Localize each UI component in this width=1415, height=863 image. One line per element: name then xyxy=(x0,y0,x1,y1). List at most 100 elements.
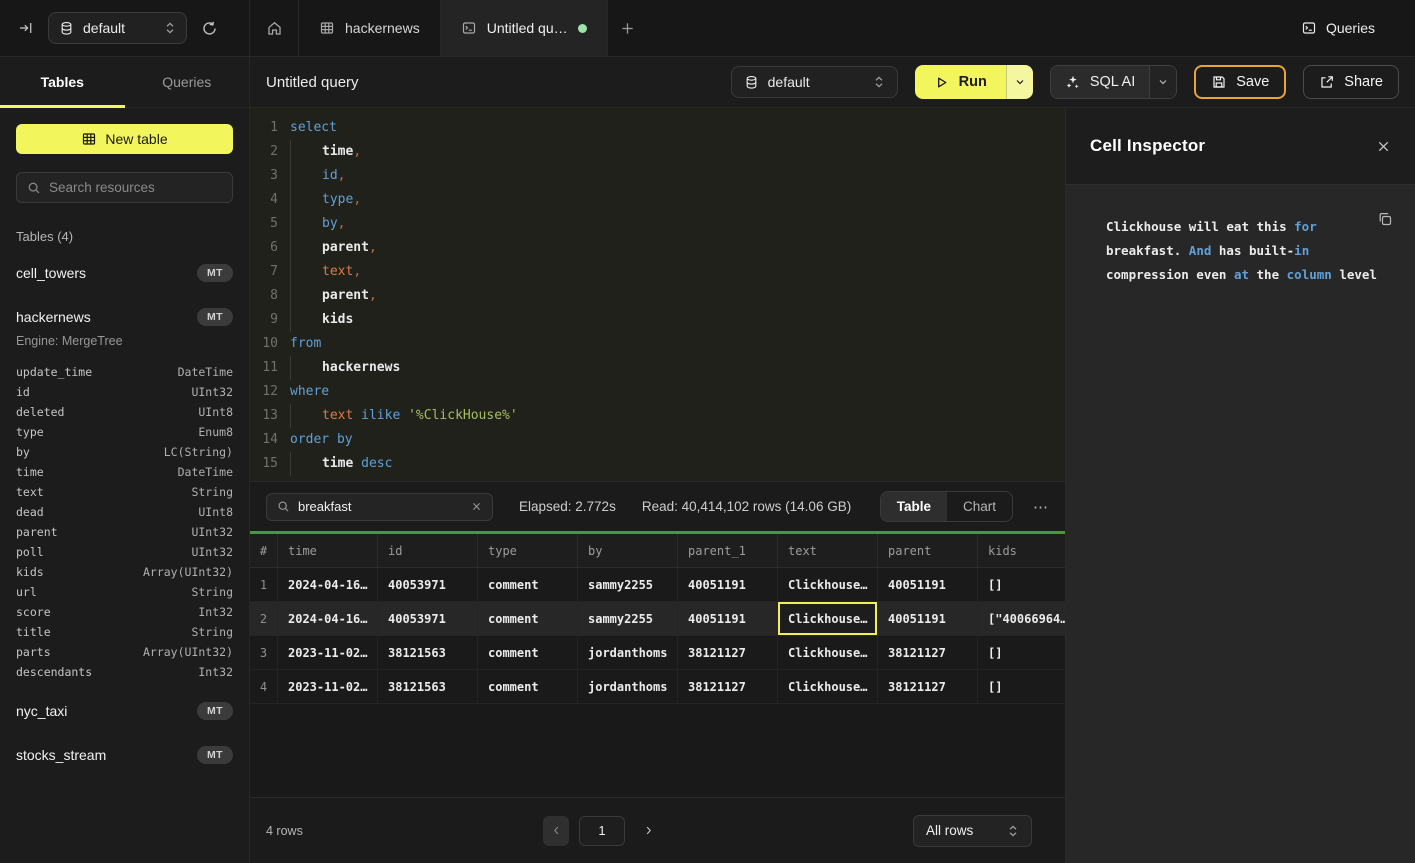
table-cell[interactable]: Clickhouse… xyxy=(778,602,878,635)
new-tab-button[interactable] xyxy=(608,0,648,56)
table-cell[interactable]: Clickhouse… xyxy=(778,636,878,669)
column-type: Array(UInt32) xyxy=(143,562,233,582)
column-header[interactable]: parent_1 xyxy=(678,534,778,567)
run-options-button[interactable] xyxy=(1006,65,1033,99)
table-cell[interactable]: comment xyxy=(478,602,578,635)
clear-search-icon[interactable] xyxy=(471,501,482,512)
column-row: partsArray(UInt32) xyxy=(16,642,233,662)
close-icon[interactable] xyxy=(1376,139,1391,154)
results-search[interactable] xyxy=(266,493,493,521)
table-cell[interactable]: Clickhouse… xyxy=(778,670,878,703)
table-cell[interactable]: [] xyxy=(978,636,1065,669)
column-header[interactable]: parent xyxy=(878,534,978,567)
previous-page-button[interactable] xyxy=(543,816,569,846)
queries-button[interactable]: Queries xyxy=(1301,0,1415,56)
console-icon xyxy=(1301,20,1317,36)
table-body: 12024-04-16…40053971commentsammy22554005… xyxy=(250,568,1065,704)
view-toggle: Table Chart xyxy=(880,491,1013,522)
table-cell[interactable]: 40053971 xyxy=(378,568,478,601)
sidebar-table-item[interactable]: nyc_taxiMT xyxy=(16,696,233,726)
table-icon xyxy=(81,131,97,147)
query-database-value: default xyxy=(768,74,810,90)
table-cell[interactable]: 38121563 xyxy=(378,670,478,703)
results-search-input[interactable] xyxy=(298,499,463,514)
table-cell[interactable]: 40051191 xyxy=(878,568,978,601)
tab-home[interactable] xyxy=(250,0,299,56)
column-header[interactable]: by xyxy=(578,534,678,567)
sidebar-table-item[interactable]: stocks_streamMT xyxy=(16,740,233,770)
column-header[interactable]: id xyxy=(378,534,478,567)
column-header[interactable]: time xyxy=(278,534,378,567)
table-cell[interactable]: 40051191 xyxy=(678,568,778,601)
table-cell[interactable]: comment xyxy=(478,568,578,601)
resource-search[interactable] xyxy=(16,172,233,203)
share-button[interactable]: Share xyxy=(1303,65,1399,99)
home-icon xyxy=(266,20,283,37)
read-stat: Read: 40,414,102 rows (14.06 GB) xyxy=(642,499,851,514)
code-text: hackernews xyxy=(290,356,400,380)
table-cell[interactable]: comment xyxy=(478,636,578,669)
page-number-input[interactable] xyxy=(579,816,625,846)
collapse-sidebar-icon[interactable] xyxy=(18,20,34,36)
line-number: 6 xyxy=(250,236,278,260)
table-cell[interactable]: sammy2255 xyxy=(578,602,678,635)
table-cell[interactable]: 2023-11-02… xyxy=(278,636,378,669)
tab-hackernews[interactable]: hackernews xyxy=(299,0,441,56)
run-button[interactable]: Run xyxy=(915,65,1006,99)
sql-editor[interactable]: 1select2time,3id,4type,5by,6parent,7text… xyxy=(250,108,1065,481)
view-tab-chart[interactable]: Chart xyxy=(947,492,1012,521)
column-row: pollUInt32 xyxy=(16,542,233,562)
table-cell[interactable]: Clickhouse… xyxy=(778,568,878,601)
refresh-icon[interactable] xyxy=(201,20,218,37)
table-cell[interactable]: 40051191 xyxy=(678,602,778,635)
table-cell[interactable]: 38121127 xyxy=(678,636,778,669)
table-cell[interactable]: [] xyxy=(978,568,1065,601)
sidebar-tab-tables[interactable]: Tables xyxy=(0,57,125,107)
table-cell[interactable]: 38121563 xyxy=(378,636,478,669)
page-size-selector[interactable]: All rows xyxy=(913,815,1032,847)
query-database-selector[interactable]: default xyxy=(731,66,898,98)
sidebar-table-item[interactable]: hackernewsMT xyxy=(16,302,233,332)
table-cell[interactable]: 2023-11-02… xyxy=(278,670,378,703)
next-page-button[interactable] xyxy=(643,825,654,836)
table-row: 22024-04-16…40053971commentsammy22554005… xyxy=(250,602,1065,636)
column-row: urlString xyxy=(16,582,233,602)
column-name: by xyxy=(16,442,30,462)
sidebar-tab-queries[interactable]: Queries xyxy=(125,57,250,107)
table-cell[interactable]: 38121127 xyxy=(878,636,978,669)
results-toolbar: Elapsed: 2.772s Read: 40,414,102 rows (1… xyxy=(250,481,1065,531)
new-table-button[interactable]: New table xyxy=(16,124,233,154)
table-cell[interactable]: sammy2255 xyxy=(578,568,678,601)
table-cell[interactable]: jordanthoms xyxy=(578,636,678,669)
table-cell[interactable]: jordanthoms xyxy=(578,670,678,703)
column-header[interactable]: text xyxy=(778,534,878,567)
code-text: text, xyxy=(290,260,361,284)
sql-ai-options-button[interactable] xyxy=(1149,66,1176,98)
table-cell[interactable]: comment xyxy=(478,670,578,703)
database-selector[interactable]: default xyxy=(48,12,187,44)
table-cell[interactable]: 2024-04-16… xyxy=(278,568,378,601)
query-header: Untitled query default Run xyxy=(250,57,1415,108)
sql-ai-button[interactable]: SQL AI xyxy=(1051,66,1149,98)
copy-icon[interactable] xyxy=(1377,211,1393,227)
tab-untitled-query[interactable]: Untitled qu… xyxy=(441,0,608,56)
column-header[interactable]: # xyxy=(250,534,278,567)
pagination xyxy=(543,816,654,846)
more-options-button[interactable]: ⋯ xyxy=(1033,498,1049,516)
column-header[interactable]: type xyxy=(478,534,578,567)
line-number: 14 xyxy=(250,428,278,452)
table-cell[interactable]: 38121127 xyxy=(678,670,778,703)
table-cell[interactable]: 38121127 xyxy=(878,670,978,703)
save-button[interactable]: Save xyxy=(1194,65,1286,99)
view-tab-table[interactable]: Table xyxy=(881,492,947,521)
column-header[interactable]: kids xyxy=(978,534,1065,567)
table-cell[interactable]: ["40066964… xyxy=(978,602,1065,635)
table-cell[interactable]: 2024-04-16… xyxy=(278,602,378,635)
search-input[interactable] xyxy=(49,180,222,195)
table-cell[interactable]: 40051191 xyxy=(878,602,978,635)
table-cell[interactable]: 40053971 xyxy=(378,602,478,635)
column-name: url xyxy=(16,582,37,602)
row-number: 4 xyxy=(250,670,278,703)
sidebar-table-item[interactable]: cell_towersMT xyxy=(16,258,233,288)
table-cell[interactable]: [] xyxy=(978,670,1065,703)
